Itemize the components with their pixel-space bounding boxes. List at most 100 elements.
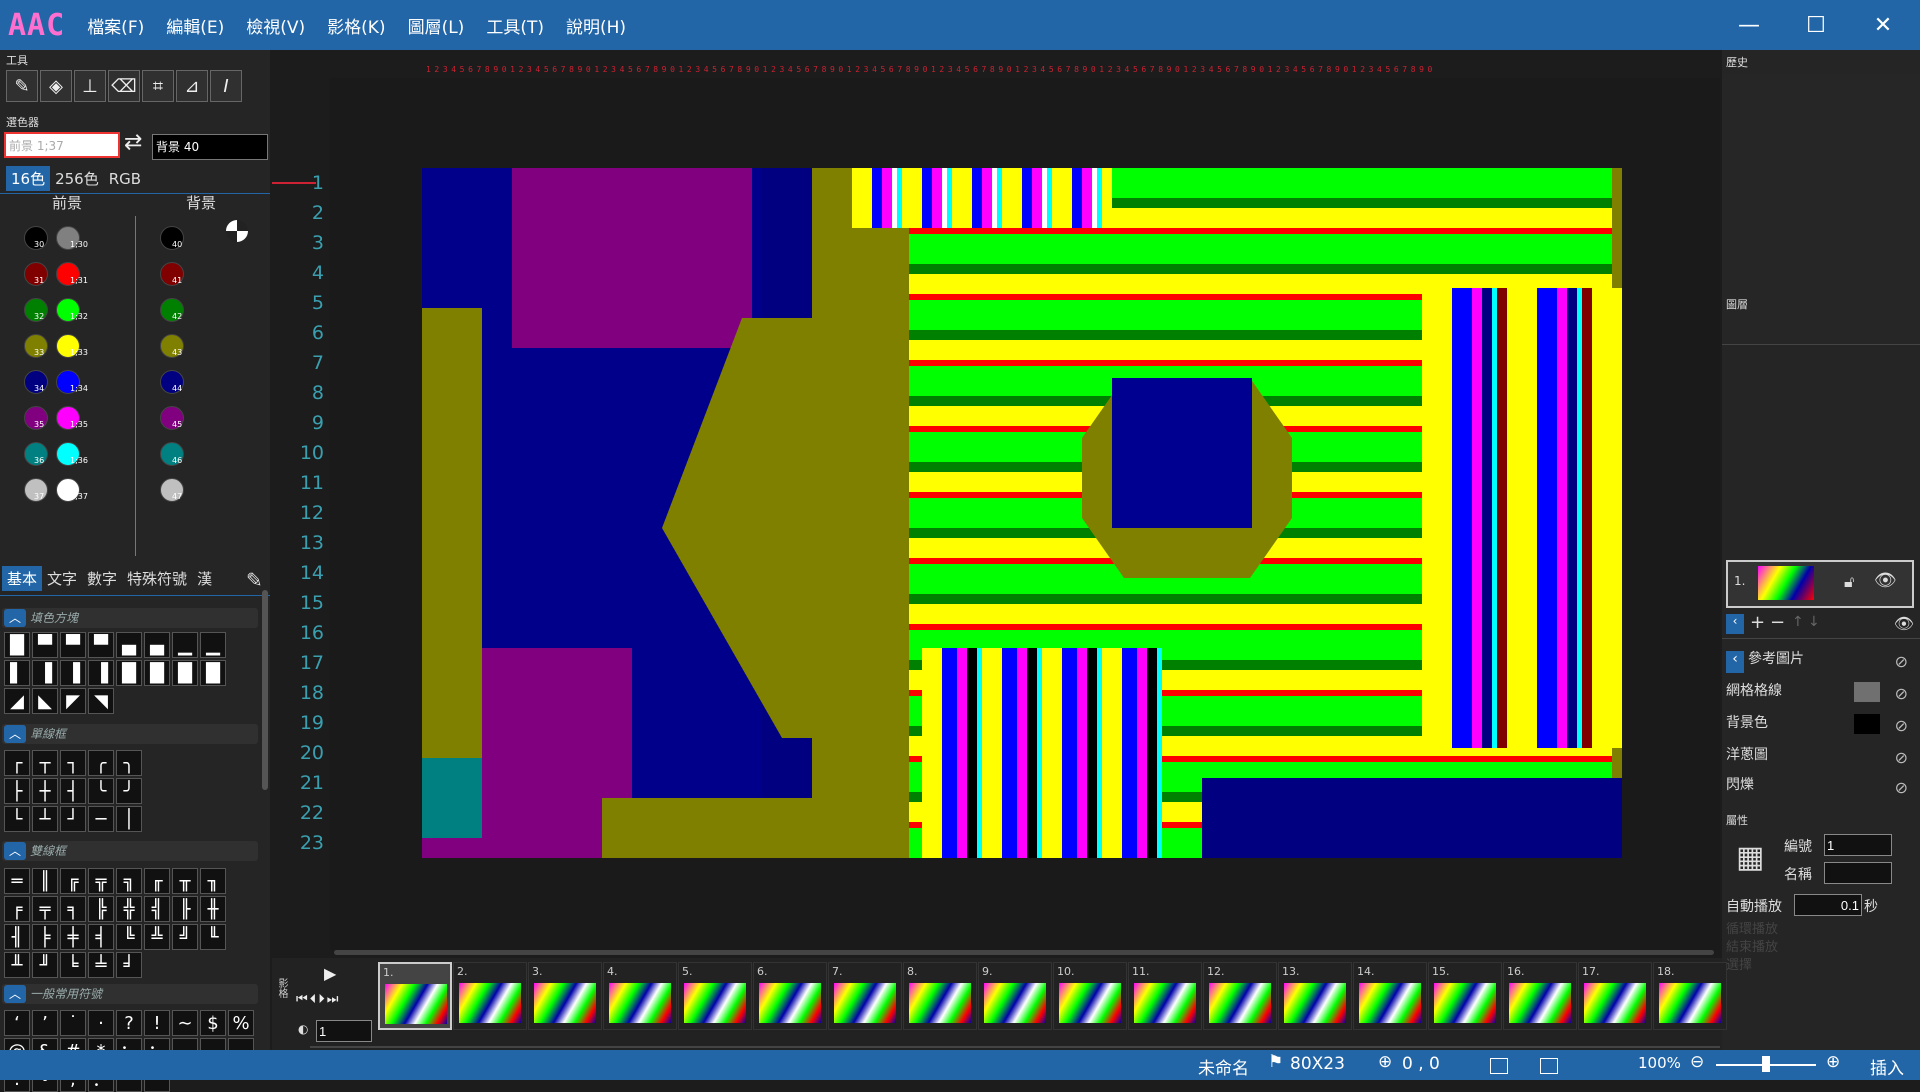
- timeline-scrollbar[interactable]: [310, 1046, 1720, 1048]
- frame-thumbnail[interactable]: 7.: [828, 962, 902, 1030]
- frame-thumbnail[interactable]: 8.: [903, 962, 977, 1030]
- chevron-left-icon[interactable]: ‹: [1726, 651, 1744, 673]
- glyph-button[interactable]: █: [200, 660, 226, 686]
- section-double[interactable]: ︿ 雙線框: [2, 841, 258, 861]
- select-rect-icon[interactable]: ⌗: [142, 70, 174, 102]
- glyph-button[interactable]: ◥: [88, 688, 114, 714]
- glyph-button[interactable]: ╮: [116, 750, 142, 776]
- move-down-icon[interactable]: ↓: [1808, 614, 1820, 630]
- fill-bucket-icon[interactable]: ◈: [40, 70, 72, 102]
- glyph-button[interactable]: ▄: [144, 632, 170, 658]
- glyph-button[interactable]: ╖: [200, 868, 226, 894]
- glyph-button[interactable]: ┼: [32, 778, 58, 804]
- frame-thumbnail[interactable]: 6.: [753, 962, 827, 1030]
- frame-thumbnail[interactable]: 3.: [528, 962, 602, 1030]
- menu-edit[interactable]: 編輯(E): [166, 13, 224, 38]
- menu-frame[interactable]: 影格(K): [327, 13, 385, 38]
- glyph-button[interactable]: ▀: [88, 632, 114, 658]
- zoom-out-icon[interactable]: ⊖: [1690, 1052, 1704, 1072]
- glyph-button[interactable]: ╠: [88, 896, 114, 922]
- glyph-button[interactable]: ╔: [60, 868, 86, 894]
- chevron-left-icon[interactable]: ‹: [1726, 614, 1744, 634]
- glyph-button[interactable]: ▌: [4, 660, 30, 686]
- glyph-button[interactable]: ═: [4, 868, 30, 894]
- glyph-button[interactable]: ┌: [4, 750, 30, 776]
- glyph-button[interactable]: ├: [4, 778, 30, 804]
- brush-icon[interactable]: ✎: [6, 70, 38, 102]
- id-input[interactable]: [1824, 834, 1892, 856]
- glyph-button[interactable]: ◢: [4, 688, 30, 714]
- glyph-button[interactable]: █: [144, 660, 170, 686]
- unlock-icon[interactable]: 🔓︎: [1844, 572, 1854, 592]
- glyph-button[interactable]: ˙: [60, 1010, 86, 1036]
- glyph-button[interactable]: ╓: [144, 868, 170, 894]
- glyph-button[interactable]: █: [4, 632, 30, 658]
- glyph-button[interactable]: !: [144, 1010, 170, 1036]
- name-input[interactable]: [1824, 862, 1892, 884]
- glyph-button[interactable]: ┐: [60, 750, 86, 776]
- glyph-button[interactable]: ╣: [144, 896, 170, 922]
- scrollbar[interactable]: [262, 590, 268, 790]
- glyph-button[interactable]: ╙: [200, 924, 226, 950]
- close-button[interactable]: ✕: [1850, 0, 1916, 50]
- section-single[interactable]: ︿ 單線框: [2, 724, 258, 744]
- ansi-canvas[interactable]: [422, 168, 1622, 858]
- frame-thumbnail[interactable]: 16.: [1503, 962, 1577, 1030]
- transparent-swatch[interactable]: [226, 220, 248, 242]
- bg-color-row[interactable]: 背景色 ⊘: [1726, 712, 1916, 742]
- remove-layer-icon[interactable]: −: [1770, 612, 1785, 633]
- frame-thumbnail[interactable]: 15.: [1428, 962, 1502, 1030]
- eye-icon[interactable]: 👁︎: [1894, 614, 1914, 633]
- glyph-button[interactable]: ╝: [172, 924, 198, 950]
- glyph-button[interactable]: ╰: [88, 778, 114, 804]
- glyph-button[interactable]: ╤: [32, 896, 58, 922]
- menu-view[interactable]: 檢視(V): [246, 13, 305, 38]
- eye-off-icon[interactable]: ⊘: [1895, 684, 1908, 703]
- frame-thumbnail[interactable]: 2.: [453, 962, 527, 1030]
- play-icon[interactable]: ▶: [324, 964, 336, 983]
- glyph-button[interactable]: ▐: [32, 660, 58, 686]
- glyph-button[interactable]: ╜: [32, 952, 58, 978]
- tab-256color[interactable]: 256色: [50, 166, 104, 191]
- frame-thumbnail[interactable]: 11.: [1128, 962, 1202, 1030]
- frame-thumbnail[interactable]: 10.: [1053, 962, 1127, 1030]
- menu-tools[interactable]: 工具(T): [486, 13, 544, 38]
- tab-rgb[interactable]: RGB: [104, 168, 146, 190]
- bg-color-field[interactable]: 背景 40: [152, 134, 268, 160]
- ref-image-row[interactable]: ‹ 參考圖片 ⊘: [1726, 648, 1916, 678]
- text-cursor-icon[interactable]: I: [210, 70, 242, 102]
- menu-layer[interactable]: 圖層(L): [408, 13, 465, 38]
- frame-thumbnail[interactable]: 14.: [1353, 962, 1427, 1030]
- zoom-slider-handle[interactable]: [1762, 1056, 1770, 1072]
- glyph-button[interactable]: ‘: [4, 1010, 30, 1036]
- move-up-icon[interactable]: ↑: [1792, 614, 1804, 630]
- minimize-button[interactable]: —: [1716, 0, 1782, 50]
- section-common[interactable]: ︿ 一般常用符號: [2, 984, 258, 1004]
- history-list[interactable]: [1722, 74, 1920, 345]
- glyph-button[interactable]: ╞: [32, 924, 58, 950]
- glyph-button[interactable]: ╒: [4, 896, 30, 922]
- add-layer-icon[interactable]: +: [1750, 612, 1765, 633]
- glyph-button[interactable]: ╧: [88, 952, 114, 978]
- eye-off-icon[interactable]: ⊘: [1895, 748, 1908, 767]
- glyph-button[interactable]: ╟: [172, 896, 198, 922]
- frame-number-input[interactable]: [316, 1020, 372, 1042]
- glyph-button[interactable]: ┬: [32, 750, 58, 776]
- glyph-button[interactable]: ╬: [116, 896, 142, 922]
- tab-number[interactable]: 數字: [82, 566, 122, 591]
- glyph-button[interactable]: ▀: [32, 632, 58, 658]
- horizontal-scrollbar[interactable]: [334, 950, 1714, 955]
- zoom-in-icon[interactable]: ⊕: [1826, 1052, 1840, 1072]
- frame-thumbnail[interactable]: 4.: [603, 962, 677, 1030]
- blink-row[interactable]: 閃爍 ⊘: [1726, 774, 1916, 804]
- glyph-button[interactable]: %: [228, 1010, 254, 1036]
- layer-item[interactable]: 1. 🔓︎ 👁︎: [1726, 560, 1914, 608]
- menu-help[interactable]: 說明(H): [566, 13, 626, 38]
- onion-row[interactable]: 洋蔥圖 ⊘: [1726, 744, 1916, 774]
- fg-color-field[interactable]: 前景 1;37: [4, 132, 120, 158]
- tab-special[interactable]: 特殊符號: [122, 566, 192, 591]
- frame-thumbnail[interactable]: 17.: [1578, 962, 1652, 1030]
- glyph-button[interactable]: ╪: [60, 924, 86, 950]
- glyph-button[interactable]: ?: [116, 1010, 142, 1036]
- glyph-button[interactable]: ◤: [60, 688, 86, 714]
